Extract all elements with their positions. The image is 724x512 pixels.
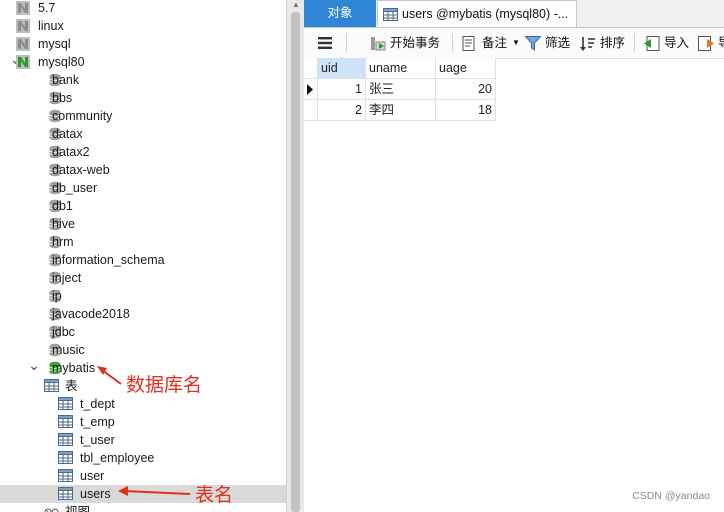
- annotation-table-name: 表名: [195, 484, 234, 506]
- annotation-database-name: 数据库名: [126, 374, 203, 396]
- annotation-overlay: [97, 366, 191, 496]
- annotation-arrow-db: [101, 369, 122, 385]
- annotation-arrowhead-table: [118, 486, 128, 496]
- annotation-arrow-table: [124, 490, 191, 495]
